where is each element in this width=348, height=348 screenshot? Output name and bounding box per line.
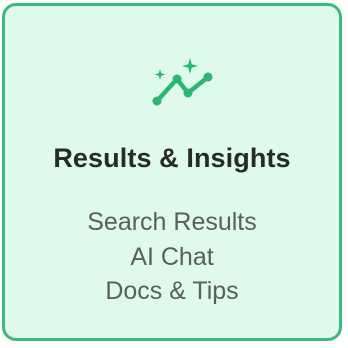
card-link-list: Search Results AI Chat Docs & Tips — [5, 205, 339, 309]
card-title: Results & Insights — [53, 143, 291, 173]
sparkle-trend-icon — [150, 57, 216, 107]
ai-chat-link[interactable]: AI Chat — [5, 240, 339, 275]
docs-tips-link[interactable]: Docs & Tips — [5, 274, 339, 309]
insights-card[interactable]: Results & Insights Search Results AI Cha… — [2, 3, 342, 341]
search-results-link[interactable]: Search Results — [5, 205, 339, 240]
